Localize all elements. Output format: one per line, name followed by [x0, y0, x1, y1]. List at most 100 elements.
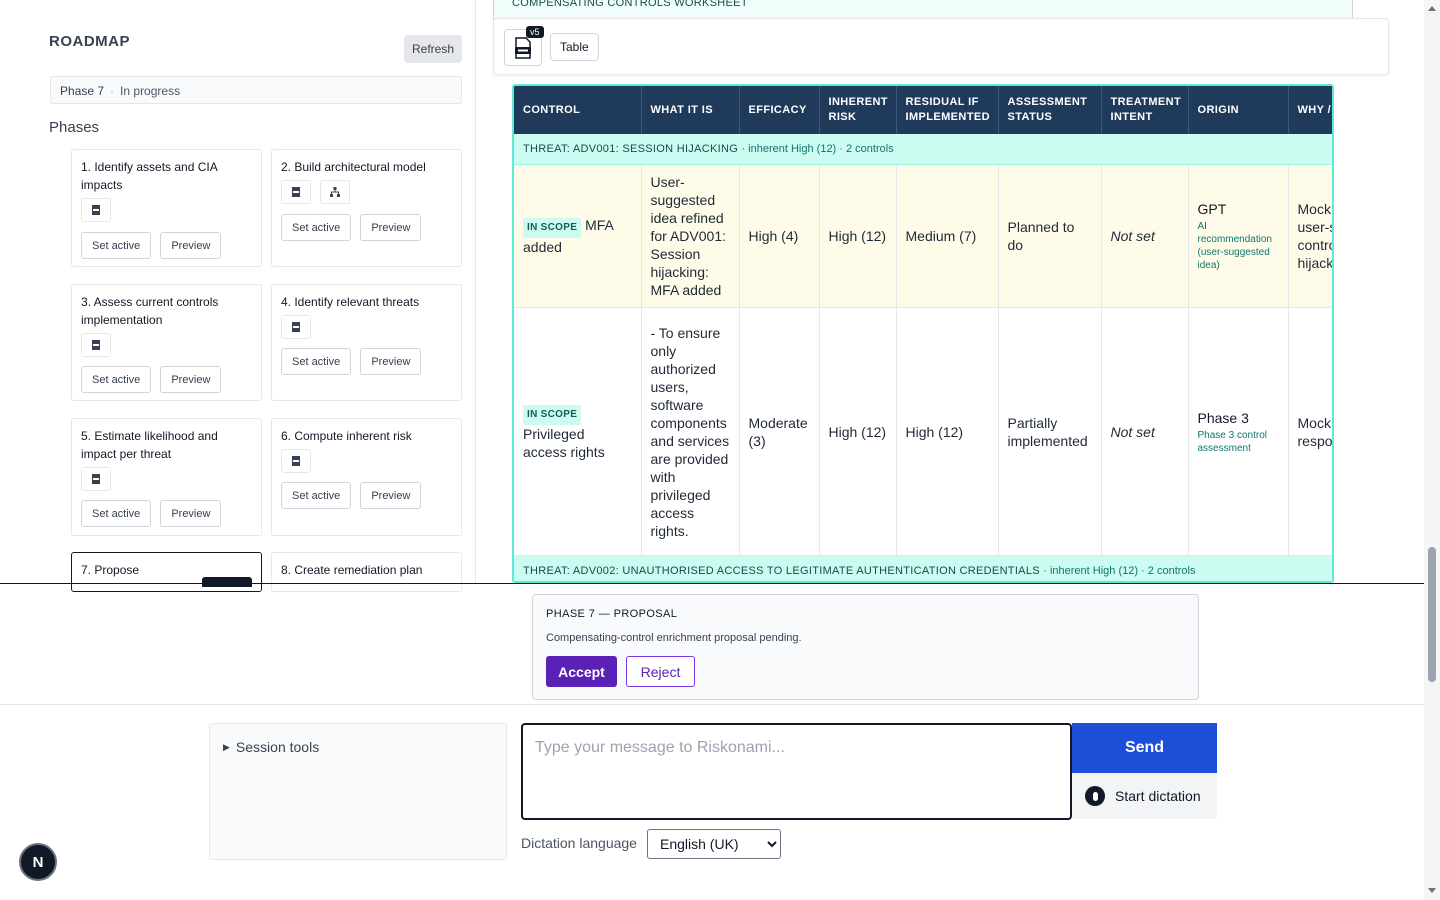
threat-group-label: THREAT: ADV001: SESSION HIJACKING · inhe…: [514, 134, 1332, 165]
roadmap-sidebar: ROADMAP Refresh Phase 7 · In progress Phas…: [35, 0, 476, 592]
controls-table: CONTROL WHAT IT IS EFFICACY INHERENT RIS…: [514, 86, 1332, 581]
diagram-icon[interactable]: [320, 180, 350, 204]
threat-group-row: THREAT: ADV001: SESSION HIJACKING · inhe…: [514, 134, 1332, 165]
column-header: TREATMENT INTENT: [1101, 86, 1189, 134]
phase-title: 4. Identify relevant threats: [281, 295, 420, 309]
dictation-language-label: Dictation language: [521, 835, 637, 851]
session-tools-toggle[interactable]: ▶ Session tools: [223, 739, 319, 755]
composer-divider: [0, 704, 1424, 705]
phase-title: 6. Compute inherent risk: [281, 429, 412, 443]
preview-button[interactable]: Preview: [360, 482, 422, 509]
set-active-button[interactable]: Set active: [81, 500, 152, 527]
scroll-down-icon[interactable]: [1428, 888, 1436, 893]
threat-group-label: THREAT: ADV002: UNAUTHORISED ACCESS TO L…: [514, 555, 1332, 581]
control-cell: IN SCOPE Privileged access rights: [514, 307, 642, 556]
origin-detail: Phase 3 control assessment: [1197, 429, 1268, 454]
phase-card-3: 3. Assess current controls implementatio…: [71, 284, 262, 401]
disclosure-triangle-icon: ▶: [223, 742, 230, 752]
worksheet-title: COMPENSATING CONTROLS WORKSHEET: [512, 0, 748, 9]
version-badge: v5: [526, 26, 544, 38]
inherent-risk-cell: High (12): [819, 164, 897, 308]
phase-card-6: 6. Compute inherent risk Set active Prev…: [271, 418, 462, 536]
preview-button[interactable]: Preview: [160, 232, 222, 259]
set-active-button[interactable]: Set active: [81, 232, 152, 259]
dictation-language-select[interactable]: English (UK): [647, 829, 781, 859]
phase-card-7[interactable]: 7. Propose: [71, 552, 262, 592]
threat-title: THREAT: ADV001: SESSION HIJACKING: [523, 143, 739, 155]
start-dictation-button[interactable]: Start dictation: [1072, 773, 1217, 819]
origin-detail: AI recommendation (user-suggested idea): [1197, 221, 1272, 271]
phase-title: 2. Build architectural model: [281, 160, 426, 174]
why-cell: Mock refined user-suggested control ADV0…: [1288, 164, 1332, 308]
origin-label: GPT: [1197, 201, 1227, 217]
proposal-description: Compensating-control enrichment proposal…: [546, 632, 802, 644]
column-header: ORIGIN: [1188, 86, 1289, 134]
why-cell: Mock Leash respo patch: [1288, 307, 1332, 556]
threat-meta: · inherent High (12) · 2 controls: [1043, 565, 1196, 577]
active-indicator: [202, 577, 252, 587]
panel-divider: [0, 583, 1424, 584]
message-input[interactable]: [521, 723, 1072, 820]
scope-badge: IN SCOPE: [523, 404, 582, 425]
preview-button[interactable]: Preview: [360, 214, 422, 241]
proposal-panel: PHASE 7 — PROPOSAL Compensating-control …: [532, 594, 1199, 700]
treatment-intent-cell[interactable]: Not set: [1101, 307, 1189, 556]
user-avatar[interactable]: N: [19, 843, 57, 881]
scope-badge: IN SCOPE: [523, 218, 582, 238]
column-header: INHERENT RISK: [819, 86, 897, 134]
column-header: EFFICACY: [739, 86, 820, 134]
phase-title: 5. Estimate likelihood and impact per th…: [81, 429, 218, 461]
accept-button[interactable]: Accept: [546, 656, 617, 687]
assessment-status-cell: Partially implemented: [998, 307, 1102, 556]
refresh-button[interactable]: Refresh: [404, 35, 462, 63]
preview-button[interactable]: Preview: [360, 348, 422, 375]
what-cell: User-suggested idea refined for ADV001: …: [641, 164, 740, 308]
threat-meta: · inherent High (12) · 2 controls: [741, 143, 894, 155]
proposal-title: PHASE 7 — PROPOSAL: [546, 608, 678, 620]
json-file-icon[interactable]: [281, 315, 311, 339]
table-row[interactable]: IN SCOPE MFA added User-suggested idea r…: [514, 164, 1332, 308]
set-active-button[interactable]: Set active: [281, 482, 352, 509]
reject-button[interactable]: Reject: [626, 656, 695, 687]
page-scrollbar[interactable]: [1424, 0, 1440, 900]
scroll-up-icon[interactable]: [1428, 6, 1436, 11]
column-header: CONTROL: [514, 86, 642, 134]
json-file-icon[interactable]: [281, 180, 311, 204]
controls-table-container[interactable]: CONTROL WHAT IT IS EFFICACY INHERENT RIS…: [512, 84, 1334, 583]
table-view-button[interactable]: Table: [550, 33, 599, 61]
worksheet-toolbar: v5 Table: [493, 18, 1389, 75]
phase-card-1: 1. Identify assets and CIA impacts Set a…: [71, 149, 262, 267]
set-active-button[interactable]: Set active: [281, 348, 352, 375]
efficacy-cell: Moderate (3): [739, 307, 820, 556]
assessment-status-cell: Planned to do: [998, 164, 1102, 308]
origin-cell: Phase 3 Phase 3 control assessment: [1188, 307, 1289, 556]
preview-button[interactable]: Preview: [160, 500, 222, 527]
session-tools-panel[interactable]: ▶ Session tools: [209, 723, 507, 860]
column-header: WHY / ...: [1288, 86, 1332, 134]
phase-card-4: 4. Identify relevant threats Set active …: [271, 284, 462, 401]
phase-status: Phase 7 · In progress: [50, 76, 462, 104]
preview-button[interactable]: Preview: [160, 366, 222, 393]
column-header: WHAT IT IS: [641, 86, 740, 134]
efficacy-cell: High (4): [739, 164, 820, 308]
phase-title: 1. Identify assets and CIA impacts: [81, 160, 218, 192]
json-file-icon: [515, 36, 531, 59]
column-header: RESIDUAL IF IMPLEMENTED: [896, 86, 999, 134]
json-file-icon[interactable]: [81, 198, 111, 222]
phase-title: 3. Assess current controls implementatio…: [81, 295, 219, 327]
table-row[interactable]: IN SCOPE Privileged access rights - To e…: [514, 307, 1332, 556]
phase-card-8[interactable]: 8. Create remediation plan: [271, 552, 462, 592]
control-cell: IN SCOPE MFA added: [514, 164, 642, 308]
send-button[interactable]: Send: [1072, 723, 1217, 773]
phase-card-5: 5. Estimate likelihood and impact per th…: [71, 418, 262, 536]
origin-label: Phase 3: [1197, 409, 1249, 426]
json-file-icon[interactable]: [281, 449, 311, 473]
json-file-icon[interactable]: [81, 333, 111, 357]
json-file-icon[interactable]: [81, 467, 111, 491]
roadmap-title: ROADMAP: [49, 33, 130, 50]
set-active-button[interactable]: Set active: [281, 214, 352, 241]
scrollbar-thumb[interactable]: [1428, 547, 1436, 682]
treatment-intent-cell[interactable]: Not set: [1101, 164, 1189, 308]
set-active-button[interactable]: Set active: [81, 366, 152, 393]
residual-risk-cell: High (12): [896, 307, 999, 556]
